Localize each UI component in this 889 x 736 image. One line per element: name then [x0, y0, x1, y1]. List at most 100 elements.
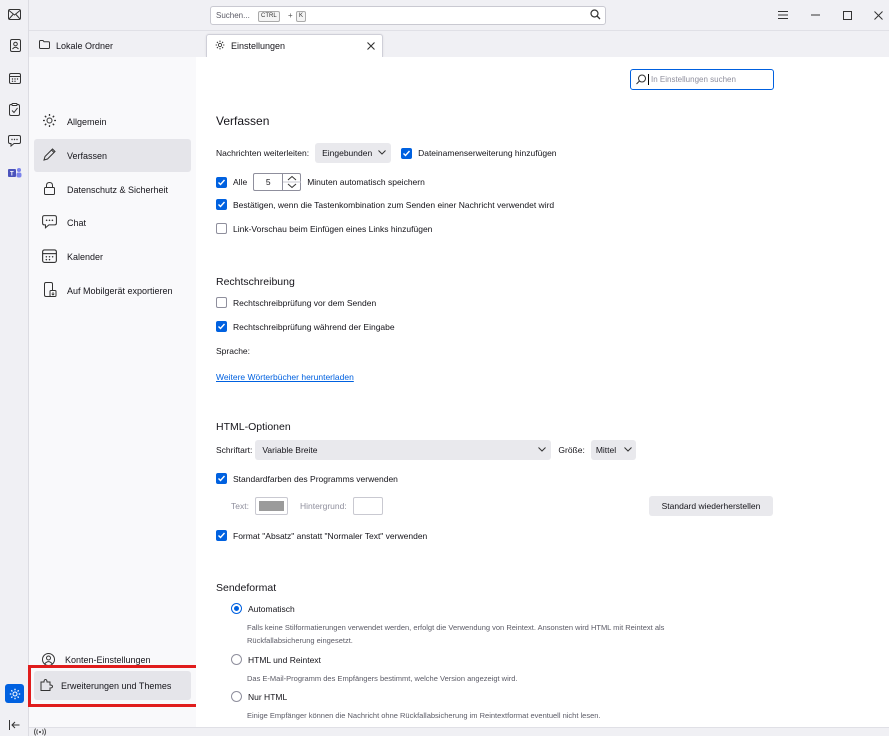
extension-label: Dateinamenserweiterung hinzufügen	[418, 148, 557, 158]
default-colors-label: Standardfarben des Programms verwenden	[233, 473, 398, 484]
menu-icon[interactable]	[774, 6, 792, 24]
global-search-input[interactable]: Suchen... CTRL + K	[210, 6, 606, 25]
paragraph-format-label: Format "Absatz" anstatt "Normaler Text" …	[233, 530, 428, 541]
background-color-swatch[interactable]	[352, 497, 383, 515]
send-format-radio-html[interactable]	[231, 691, 242, 702]
font-select[interactable]: Variable Breite	[255, 440, 552, 460]
forward-select[interactable]: Eingebunden	[315, 143, 392, 163]
html-options-heading: HTML-Optionen	[216, 421, 291, 433]
compose-heading: Verfassen	[216, 114, 270, 128]
size-select[interactable]: Mittel	[590, 440, 636, 460]
sidebar-item-label: Konten-Einstellungen	[65, 655, 151, 665]
font-row: Schriftart: Variable Breite Größe: Mitte…	[216, 440, 636, 460]
send-format-label: Automatisch	[248, 603, 295, 614]
search-icon[interactable]	[590, 9, 601, 22]
online-status-icon[interactable]	[34, 728, 46, 736]
tab-bar: Lokale Ordner Einstellungen	[29, 31, 889, 57]
sidebar-item-label: Kalender	[67, 251, 104, 262]
teams-icon[interactable]: T	[6, 164, 23, 181]
more-dictionaries-link[interactable]: Weitere Wörterbücher herunterladen	[216, 372, 354, 382]
chevron-down-icon	[378, 148, 386, 158]
spell-before-send-row: Rechtschreibprüfung vor dem Senden	[216, 297, 376, 308]
confirm-row: Bestätigen, wenn die Tastenkombination z…	[216, 199, 554, 210]
search-placeholder: Suchen...	[216, 11, 250, 20]
close-tab-icon[interactable]	[367, 39, 375, 53]
shortcut-plus: +	[288, 11, 293, 20]
paragraph-format-checkbox[interactable]	[216, 530, 227, 541]
settings-search-input[interactable]: In Einstellungen suchen	[630, 69, 774, 90]
send-format-radio-both[interactable]	[231, 654, 242, 665]
gear-icon	[215, 40, 225, 52]
restore-defaults-button[interactable]: Standard wiederherstellen	[649, 496, 773, 516]
send-format-desc-html: Einige Empfänger können die Nachricht oh…	[247, 711, 601, 720]
size-label: Größe:	[558, 445, 585, 455]
sidebar-item-privacy[interactable]: Datenschutz & Sicherheit	[34, 173, 191, 206]
autosave-checkbox[interactable]	[216, 176, 227, 188]
spell-before-send-checkbox[interactable]	[216, 297, 227, 308]
extension-checkbox[interactable]	[401, 147, 413, 159]
default-colors-checkbox[interactable]	[216, 473, 227, 484]
tasks-icon[interactable]	[6, 101, 23, 118]
autosave-minutes-stepper[interactable]: 5	[253, 173, 302, 191]
text-color-fill	[258, 501, 284, 511]
chat-icon[interactable]	[6, 132, 23, 149]
sidebar-item-label: Datenschutz & Sicherheit	[67, 184, 169, 195]
send-format-label: Nur HTML	[248, 691, 288, 702]
text-color-swatch[interactable]	[254, 497, 288, 515]
send-format-desc-auto: Falls keine Stilformatierungen verwendet…	[247, 623, 665, 645]
settings-content: In Einstellungen suchen Verfassen Nachri…	[196, 57, 889, 727]
sidebar-item-calendar[interactable]: Kalender	[34, 240, 191, 273]
sidebar-item-label: Chat	[67, 217, 87, 228]
mobile-device-icon	[42, 281, 57, 300]
send-format-radio-auto[interactable]	[231, 603, 242, 614]
settings-sidebar: Allgemein Verfassen Datenschutz & Sicher…	[29, 57, 196, 727]
tab-settings[interactable]: Einstellungen	[206, 34, 383, 57]
spaces-toolbar: T	[0, 0, 29, 736]
chevron-down-icon	[538, 445, 547, 455]
sidebar-item-label: Allgemein	[67, 116, 107, 127]
minimize-icon[interactable]	[806, 6, 824, 24]
search-icon	[636, 74, 647, 87]
sidebar-item-chat[interactable]: Chat	[34, 206, 191, 239]
tab-local-folders[interactable]: Lokale Ordner	[31, 34, 201, 57]
autosave-prefix: Alle	[233, 177, 248, 187]
forward-row: Nachrichten weiterleiten: Eingebunden Da…	[216, 143, 557, 163]
sidebar-item-general[interactable]: Allgemein	[34, 105, 191, 138]
autosave-suffix: Minuten automatisch speichern	[307, 177, 425, 187]
svg-text:T: T	[10, 171, 14, 177]
close-window-icon[interactable]	[869, 6, 887, 24]
linkpreview-row: Link-Vorschau beim Einfügen eines Links …	[216, 223, 432, 234]
spell-while-typing-row: Rechtschreibprüfung während der Eingabe	[216, 321, 395, 332]
search-placeholder: In Einstellungen suchen	[651, 75, 736, 84]
send-format-heading: Sendeformat	[216, 582, 277, 594]
maximize-icon[interactable]	[838, 6, 856, 24]
chevron-down-icon	[623, 445, 632, 455]
send-format-option-auto: Automatisch	[231, 603, 295, 614]
address-book-icon[interactable]	[6, 37, 23, 54]
settings-space-icon[interactable]	[5, 684, 24, 703]
mail-icon[interactable]	[6, 6, 23, 23]
stepper-buttons[interactable]	[282, 174, 302, 190]
gear-icon	[42, 113, 57, 130]
confirm-label: Bestätigen, wenn die Tastenkombination z…	[233, 199, 555, 210]
sidebar-item-label: Auf Mobilgerät exportieren	[67, 285, 173, 296]
sidebar-item-mobile-export[interactable]: Auf Mobilgerät exportieren	[34, 274, 191, 307]
calendar-icon[interactable]	[6, 69, 23, 86]
background-color-label: Hintergrund:	[299, 501, 347, 511]
paragraph-format-row: Format "Absatz" anstatt "Normaler Text" …	[216, 530, 427, 541]
default-colors-row: Standardfarben des Programms verwenden	[216, 473, 398, 484]
confirm-checkbox[interactable]	[216, 199, 227, 210]
tab-label: Einstellungen	[231, 41, 286, 51]
sidebar-item-compose[interactable]: Verfassen	[34, 139, 191, 172]
linkpreview-checkbox[interactable]	[216, 223, 227, 234]
linkpreview-label: Link-Vorschau beim Einfügen eines Links …	[233, 223, 433, 234]
language-label: Sprache:	[216, 346, 251, 356]
folder-icon	[39, 40, 50, 51]
spelling-heading: Rechtschreibung	[216, 276, 295, 288]
size-value: Mittel	[595, 445, 617, 455]
spell-while-typing-checkbox[interactable]	[216, 321, 227, 332]
spell-before-send-label: Rechtschreibprüfung vor dem Senden	[233, 297, 377, 308]
collapse-spaces-icon[interactable]	[6, 716, 23, 733]
send-format-label: HTML und Reintext	[248, 654, 321, 665]
status-bar	[29, 727, 889, 736]
